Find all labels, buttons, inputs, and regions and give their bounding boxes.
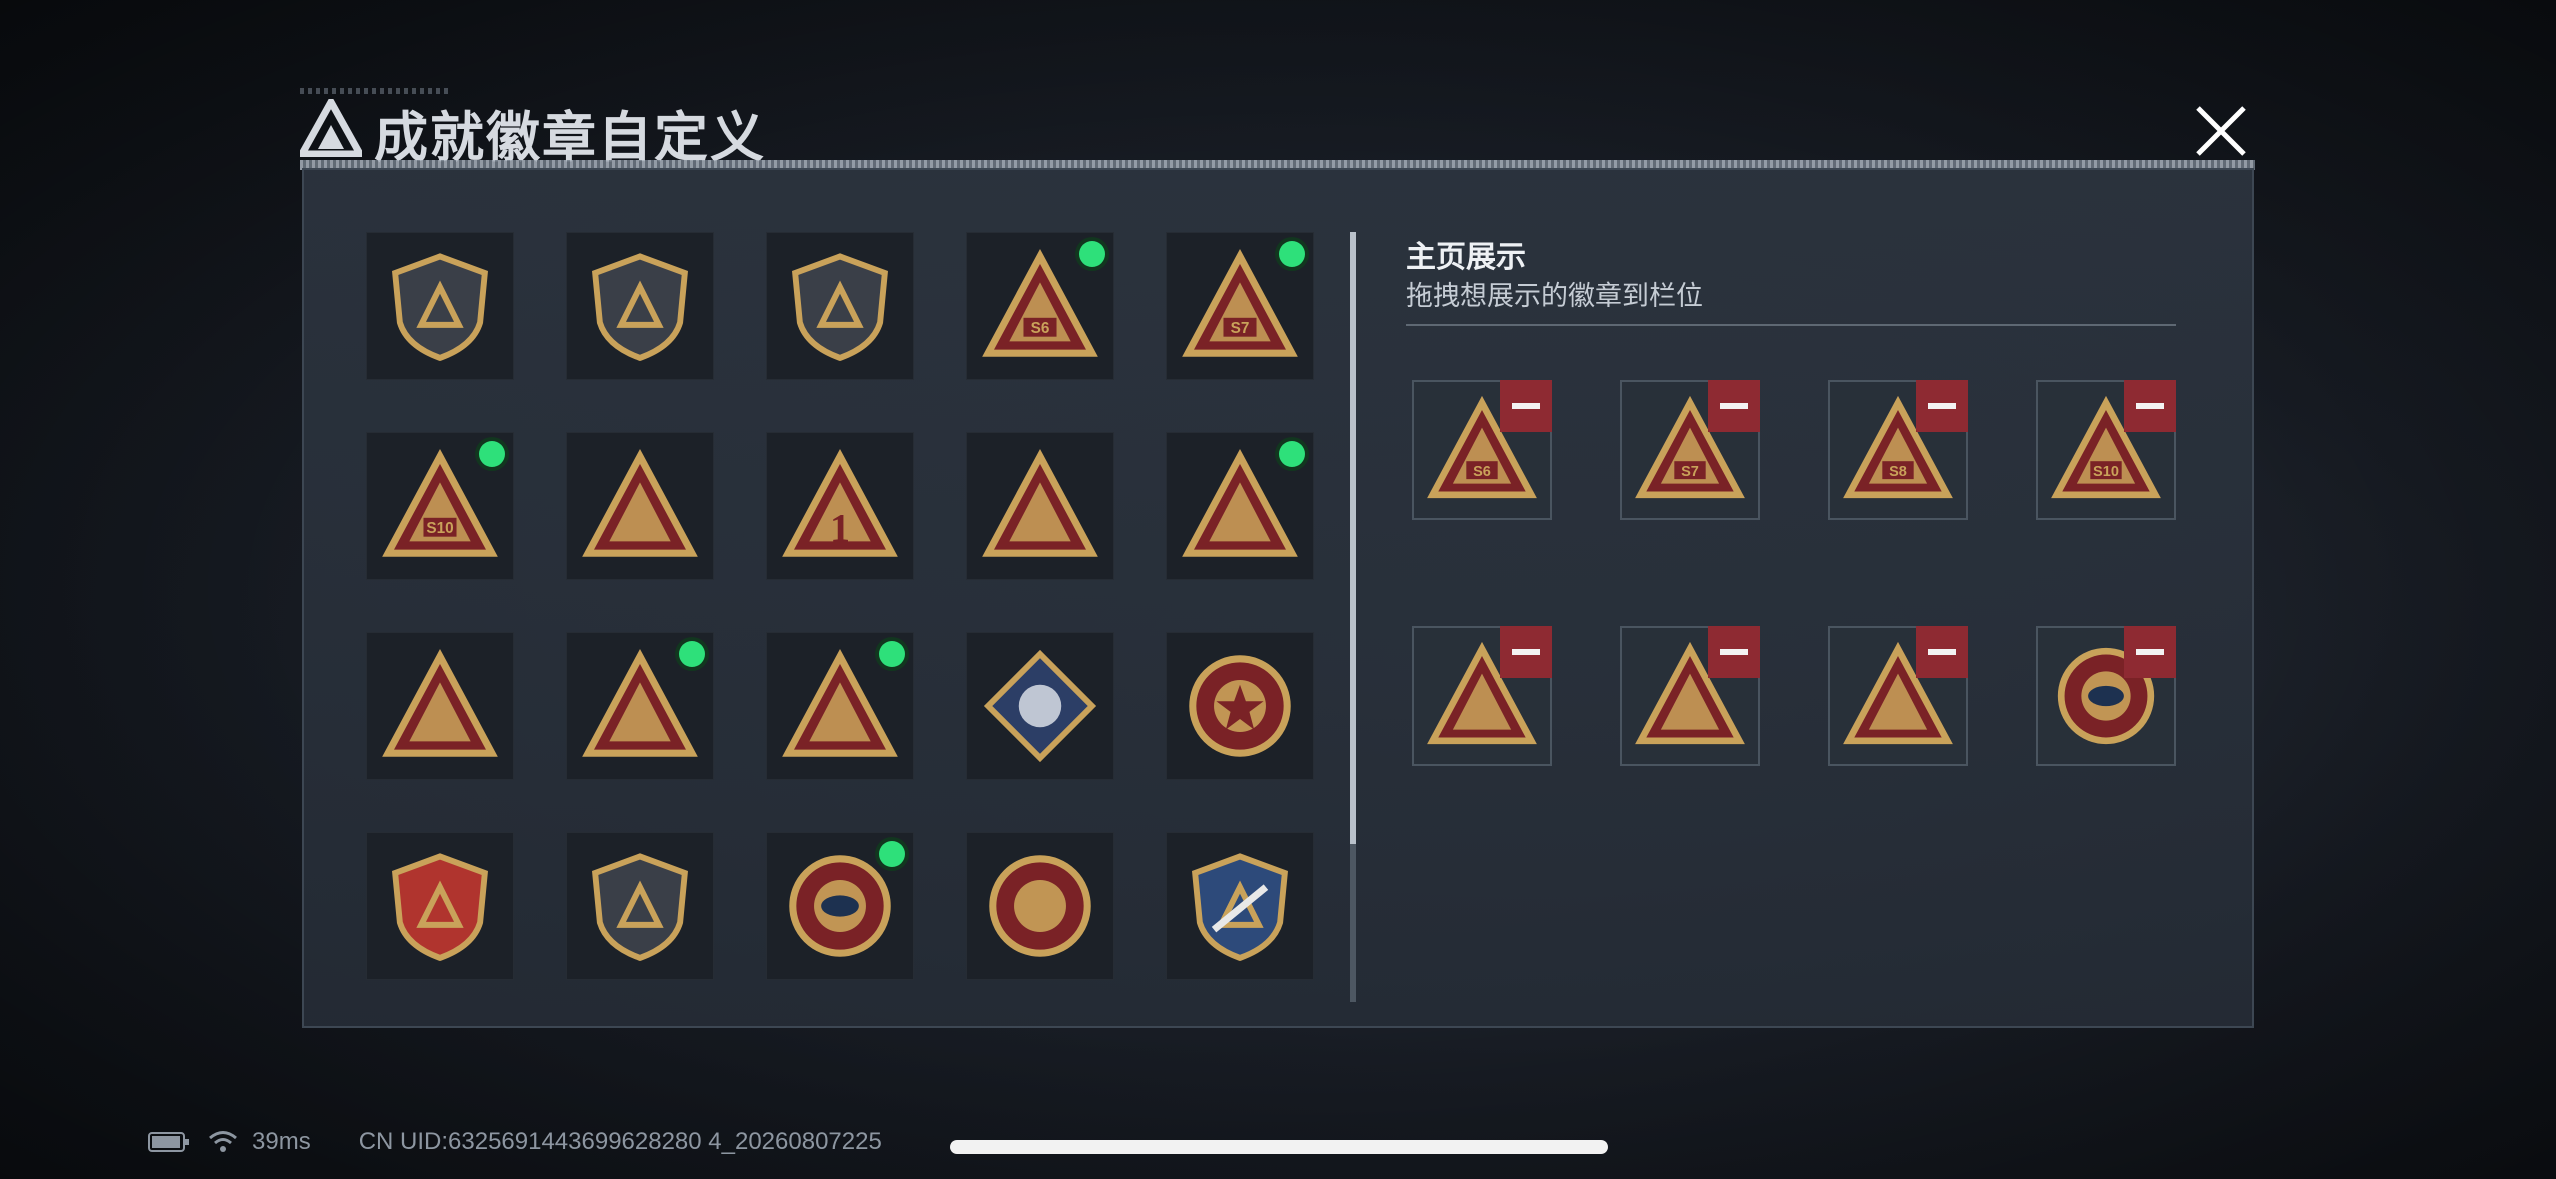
badge-customize-panel: S6 S7 S8 S10 1 xyxy=(302,168,2254,1028)
diamond-rose-icon xyxy=(983,649,1097,763)
minus-remove-button[interactable] xyxy=(1500,626,1552,678)
showcase-slot[interactable] xyxy=(1620,626,1760,766)
scrollbar-thumb[interactable] xyxy=(1350,232,1356,844)
equipped-indicator xyxy=(1279,241,1305,267)
badge-cell[interactable] xyxy=(966,632,1114,780)
badge-cell[interactable] xyxy=(366,832,514,980)
badge-cell[interactable] xyxy=(566,432,714,580)
shield-helicopter-icon xyxy=(592,253,688,362)
equipped-indicator xyxy=(679,641,705,667)
triangle-beast-icon xyxy=(582,648,698,757)
badge-cell[interactable] xyxy=(1166,832,1314,980)
badge-cell[interactable]: S6 xyxy=(966,232,1114,380)
badge-cell[interactable]: S10 xyxy=(366,432,514,580)
minus-remove-button[interactable] xyxy=(1500,380,1552,432)
showcase-slot[interactable] xyxy=(1412,626,1552,766)
triangle-s7-icon: S7 xyxy=(1182,248,1298,357)
showcase-subtitle: 拖拽想展示的徽章到栏位 xyxy=(1406,281,1703,311)
badge-grid[interactable]: S6 S7 S8 S10 1 xyxy=(366,232,1348,997)
badge-cell[interactable] xyxy=(366,632,514,780)
triangle-kneeling-soldier-icon xyxy=(1182,448,1298,557)
equipped-indicator xyxy=(879,841,905,867)
badge-cell[interactable] xyxy=(766,232,914,380)
blue-shield-rifle-icon xyxy=(1192,853,1288,962)
badge-cell[interactable] xyxy=(766,832,914,980)
minus-remove-button[interactable] xyxy=(1916,380,1968,432)
triangle-s10-icon: S10 xyxy=(382,448,498,557)
badge-cell[interactable] xyxy=(1166,432,1314,580)
circle-crosshair-icon xyxy=(989,855,1091,957)
circle-star-icon xyxy=(1189,655,1291,757)
triangle-boat-icon xyxy=(582,448,698,557)
triangle-number-one-icon: 1 xyxy=(782,448,898,557)
uid-text: CN UID:6325691443699628280 4_20260807225 xyxy=(358,1128,882,1155)
equipped-indicator xyxy=(1279,441,1305,467)
equipped-indicator xyxy=(1079,241,1105,267)
minus-remove-button[interactable] xyxy=(1708,626,1760,678)
minus-remove-button[interactable] xyxy=(2124,626,2176,678)
badge-cell[interactable] xyxy=(966,832,1114,980)
showcase-slot[interactable] xyxy=(2036,626,2176,766)
badge-cell[interactable]: S7 xyxy=(1166,232,1314,380)
minus-remove-button[interactable] xyxy=(2124,380,2176,432)
circle-eye-icon xyxy=(789,855,891,957)
battery-icon xyxy=(148,1132,189,1152)
close-icon[interactable] xyxy=(2190,100,2252,162)
showcase-divider xyxy=(1406,324,2176,326)
showcase-slot[interactable] xyxy=(1828,626,1968,766)
showcase-title: 主页展示 xyxy=(1406,241,1526,274)
badge-cell[interactable] xyxy=(566,832,714,980)
equipped-indicator xyxy=(879,641,905,667)
badge-cell[interactable] xyxy=(766,632,914,780)
triangle-logo-icon xyxy=(300,99,362,157)
svg-text:S10: S10 xyxy=(426,520,453,537)
home-indicator[interactable] xyxy=(950,1140,1608,1154)
shield-dagger-icon xyxy=(792,253,888,362)
minus-remove-button[interactable] xyxy=(1708,380,1760,432)
showcase-slot[interactable]: S7 xyxy=(1620,380,1760,520)
svg-text:S6: S6 xyxy=(1031,320,1050,337)
minus-remove-button[interactable] xyxy=(1916,626,1968,678)
badge-cell[interactable]: 1 xyxy=(766,432,914,580)
equipped-indicator xyxy=(479,441,505,467)
triangle-rocket-icon xyxy=(782,648,898,757)
shield-triangle-icon xyxy=(392,253,488,362)
svg-text:S8: S8 xyxy=(1889,464,1907,480)
showcase-slot[interactable]: S10 xyxy=(2036,380,2176,520)
header: 成就徽章自定义 xyxy=(300,85,2250,168)
triangle-usb-icon xyxy=(982,448,1098,557)
svg-text:S10: S10 xyxy=(2093,464,2119,480)
triangle-soldiers-icon xyxy=(382,648,498,757)
badge-cell[interactable] xyxy=(966,432,1114,580)
status-bar: 39ms CN UID:6325691443699628280 4_202608… xyxy=(148,1128,882,1156)
badge-cell[interactable] xyxy=(366,232,514,380)
svg-text:S7: S7 xyxy=(1231,320,1250,337)
badge-cell[interactable] xyxy=(1166,632,1314,780)
shield-gem-icon xyxy=(592,853,688,962)
ping-value: 39ms xyxy=(252,1128,311,1155)
showcase-slot[interactable]: S6 xyxy=(1412,380,1552,520)
triangle-s6-icon: S6 xyxy=(982,248,1098,357)
showcase-slot[interactable]: S8 xyxy=(1828,380,1968,520)
wifi-icon xyxy=(209,1131,237,1152)
red-shield-stars-icon xyxy=(392,853,488,962)
badge-cell[interactable] xyxy=(566,232,714,380)
svg-text:1: 1 xyxy=(830,505,850,550)
svg-text:S6: S6 xyxy=(1473,464,1491,480)
svg-text:S7: S7 xyxy=(1681,464,1699,480)
badge-cell[interactable] xyxy=(566,632,714,780)
